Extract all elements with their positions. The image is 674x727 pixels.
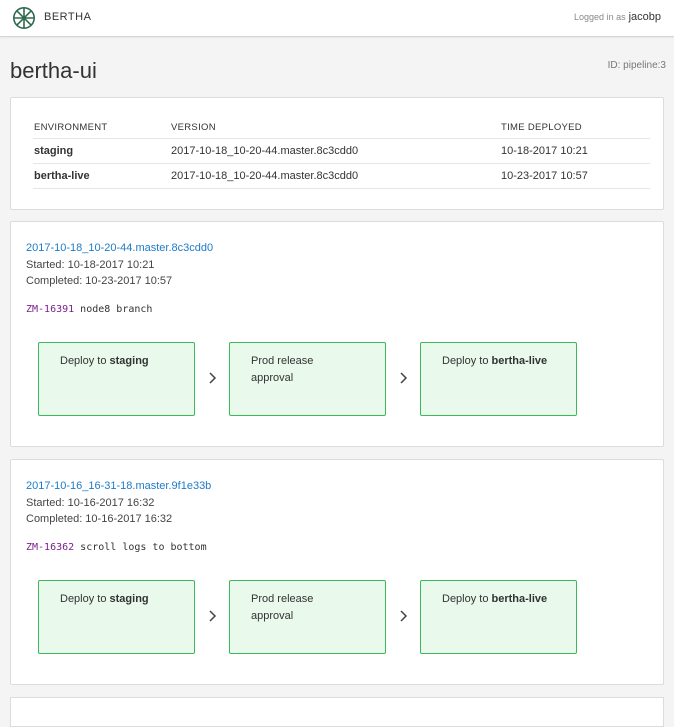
chevron-right-icon: [400, 372, 408, 384]
stage-label: Deploy to: [442, 593, 492, 605]
commit-text: scroll logs to bottom: [80, 542, 207, 553]
login-status: Logged in as jacobp: [574, 11, 661, 23]
env-name: staging: [33, 138, 170, 164]
stage-deploy-staging[interactable]: Deploy to staging: [38, 342, 195, 416]
release-panel: 2017-10-16_16-31-18.master.9f1e33b Start…: [10, 459, 664, 685]
release-completed: Completed: 10-16-2017 16:32: [26, 513, 173, 525]
table-row: bertha-live 2017-10-18_10-20-44.master.8…: [33, 163, 650, 189]
env-version: 2017-10-18_10-20-44.master.8c3cdd0: [170, 138, 500, 164]
pipeline-id: ID: pipeline:3: [607, 60, 666, 71]
stage-label: Prod release approval: [251, 593, 314, 622]
stage-deploy-staging[interactable]: Deploy to staging: [38, 580, 195, 654]
top-bar: BERTHA Logged in as jacobp: [0, 0, 674, 37]
chevron-right-icon: [209, 610, 217, 622]
column-header-environment: ENVIRONMENT: [33, 116, 170, 139]
stage-label: Deploy to: [442, 355, 492, 367]
commit-message: ZM-16362 scroll logs to bottom: [26, 542, 207, 553]
column-header-version: VERSION: [170, 116, 500, 139]
release-version-link[interactable]: 2017-10-18_10-20-44.master.8c3cdd0: [26, 242, 213, 254]
bertha-logo-icon[interactable]: [12, 6, 36, 30]
stage-prod-release-approval[interactable]: Prod release approval: [229, 342, 386, 416]
release-completed: Completed: 10-23-2017 10:57: [26, 275, 173, 287]
stage-label: Deploy to: [60, 355, 110, 367]
release-started: Started: 10-16-2017 16:32: [26, 497, 155, 509]
release-panel: 2017-10-18_10-20-44.master.8c3cdd0 Start…: [10, 221, 664, 447]
release-started: Started: 10-18-2017 10:21: [26, 259, 155, 271]
stage-prod-release-approval[interactable]: Prod release approval: [229, 580, 386, 654]
page-title: bertha-ui: [10, 58, 97, 83]
stage-deploy-bertha-live[interactable]: Deploy to bertha-live: [420, 342, 577, 416]
env-name: bertha-live: [33, 163, 170, 189]
env-version: 2017-10-18_10-20-44.master.8c3cdd0: [170, 163, 500, 189]
brand-name[interactable]: BERTHA: [44, 11, 91, 23]
stage-label: Prod release approval: [251, 355, 314, 384]
username[interactable]: jacobp: [629, 11, 661, 23]
commit-text: node8 branch: [80, 304, 153, 315]
stage-label: Deploy to: [60, 593, 110, 605]
commit-message: ZM-16391 node8 branch: [26, 304, 152, 315]
env-time: 10-23-2017 10:57: [500, 163, 650, 189]
env-time: 10-18-2017 10:21: [500, 138, 650, 164]
stage-target: staging: [109, 593, 149, 605]
stage-target: bertha-live: [491, 593, 548, 605]
environments-panel: ENVIRONMENT VERSION TIME DEPLOYED stagin…: [10, 97, 664, 210]
stage-target: staging: [109, 355, 149, 367]
stage-target: bertha-live: [491, 355, 548, 367]
ticket-id[interactable]: ZM-16362: [26, 542, 74, 553]
environments-table: ENVIRONMENT VERSION TIME DEPLOYED stagin…: [33, 116, 650, 189]
chevron-right-icon: [400, 610, 408, 622]
ticket-id[interactable]: ZM-16391: [26, 304, 74, 315]
release-panel-partial: [10, 697, 664, 727]
chevron-right-icon: [209, 372, 217, 384]
table-header-row: ENVIRONMENT VERSION TIME DEPLOYED: [33, 116, 650, 139]
release-version-link[interactable]: 2017-10-16_16-31-18.master.9f1e33b: [26, 480, 211, 492]
stage-deploy-bertha-live[interactable]: Deploy to bertha-live: [420, 580, 577, 654]
column-header-time-deployed: TIME DEPLOYED: [500, 116, 650, 139]
table-row: staging 2017-10-18_10-20-44.master.8c3cd…: [33, 138, 650, 164]
logged-in-label: Logged in as: [574, 12, 626, 22]
